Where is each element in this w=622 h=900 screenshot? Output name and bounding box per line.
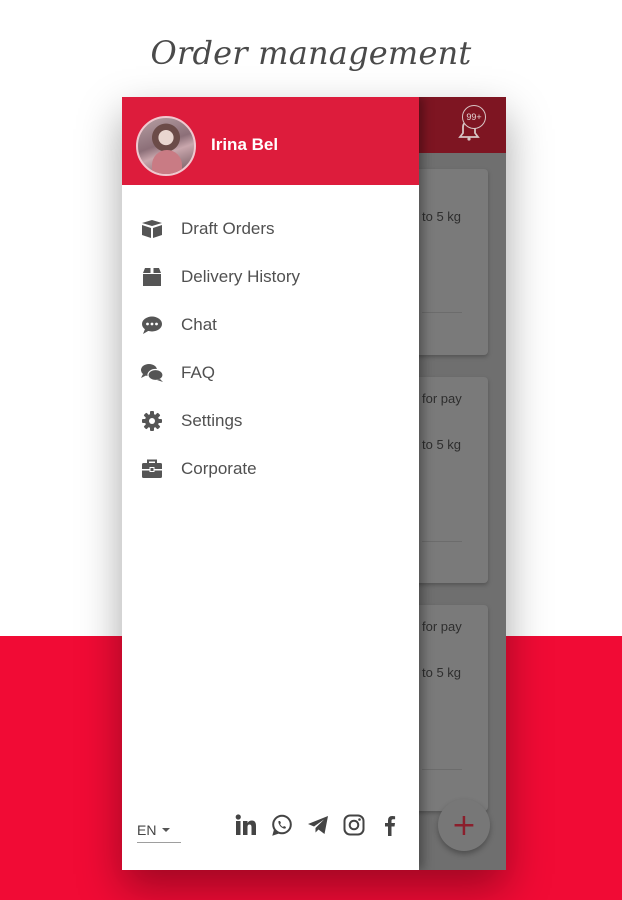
menu-item-faq[interactable]: FAQ	[122, 349, 419, 397]
menu-item-label: Chat	[181, 315, 217, 334]
drawer-menu: Draft Orders Delivery History Chat FAQ S…	[122, 205, 419, 493]
avatar[interactable]	[136, 116, 196, 176]
whatsapp-icon[interactable]	[270, 813, 294, 837]
menu-item-delivery-history[interactable]: Delivery History	[122, 253, 419, 301]
menu-item-label: Delivery History	[181, 267, 301, 286]
order-card-weight: to 5 kg	[422, 209, 462, 224]
navigation-drawer: Irina Bel Draft Orders Delivery History …	[122, 97, 419, 870]
menu-item-corporate[interactable]: Corporate	[122, 445, 419, 493]
notifications-button[interactable]: 99+	[454, 105, 488, 143]
box-icon	[140, 265, 164, 289]
telegram-icon[interactable]	[306, 813, 330, 837]
drawer-header: Irina Bel	[122, 97, 419, 185]
divider	[422, 769, 462, 770]
chat-bubble-icon	[140, 313, 164, 337]
order-card-status: for pay	[422, 391, 462, 406]
notification-badge: 99+	[462, 105, 486, 129]
order-card-weight: to 5 kg	[422, 437, 462, 452]
promo-title: Order management	[150, 34, 472, 72]
menu-item-settings[interactable]: Settings	[122, 397, 419, 445]
instagram-icon[interactable]	[342, 813, 366, 837]
menu-item-label: FAQ	[181, 363, 216, 382]
order-card-weight: to 5 kg	[422, 665, 462, 680]
divider	[422, 541, 462, 542]
menu-item-label: Draft Orders	[181, 219, 275, 238]
phone-screen: 99+ to 5 kg for pay to 5 kg for pay to 5…	[122, 97, 506, 870]
avatar-photo-detail	[152, 150, 182, 174]
menu-item-chat[interactable]: Chat	[122, 301, 419, 349]
menu-item-label: Corporate	[181, 459, 257, 478]
gear-icon	[140, 409, 164, 433]
facebook-icon[interactable]	[378, 813, 402, 837]
user-name: Irina Bel	[211, 135, 279, 154]
divider	[422, 312, 462, 313]
add-order-button[interactable]: +	[438, 799, 490, 851]
linkedin-icon[interactable]	[234, 813, 258, 837]
menu-item-label: Settings	[181, 411, 243, 430]
chevron-down-icon	[162, 827, 171, 832]
briefcase-icon	[140, 457, 164, 481]
language-value: EN	[137, 821, 157, 838]
menu-item-draft-orders[interactable]: Draft Orders	[122, 205, 419, 253]
boxes-icon	[140, 217, 164, 241]
order-card-status: for pay	[422, 619, 462, 634]
comments-icon	[140, 361, 164, 385]
social-links	[234, 813, 402, 837]
language-select[interactable]: EN	[137, 817, 181, 843]
